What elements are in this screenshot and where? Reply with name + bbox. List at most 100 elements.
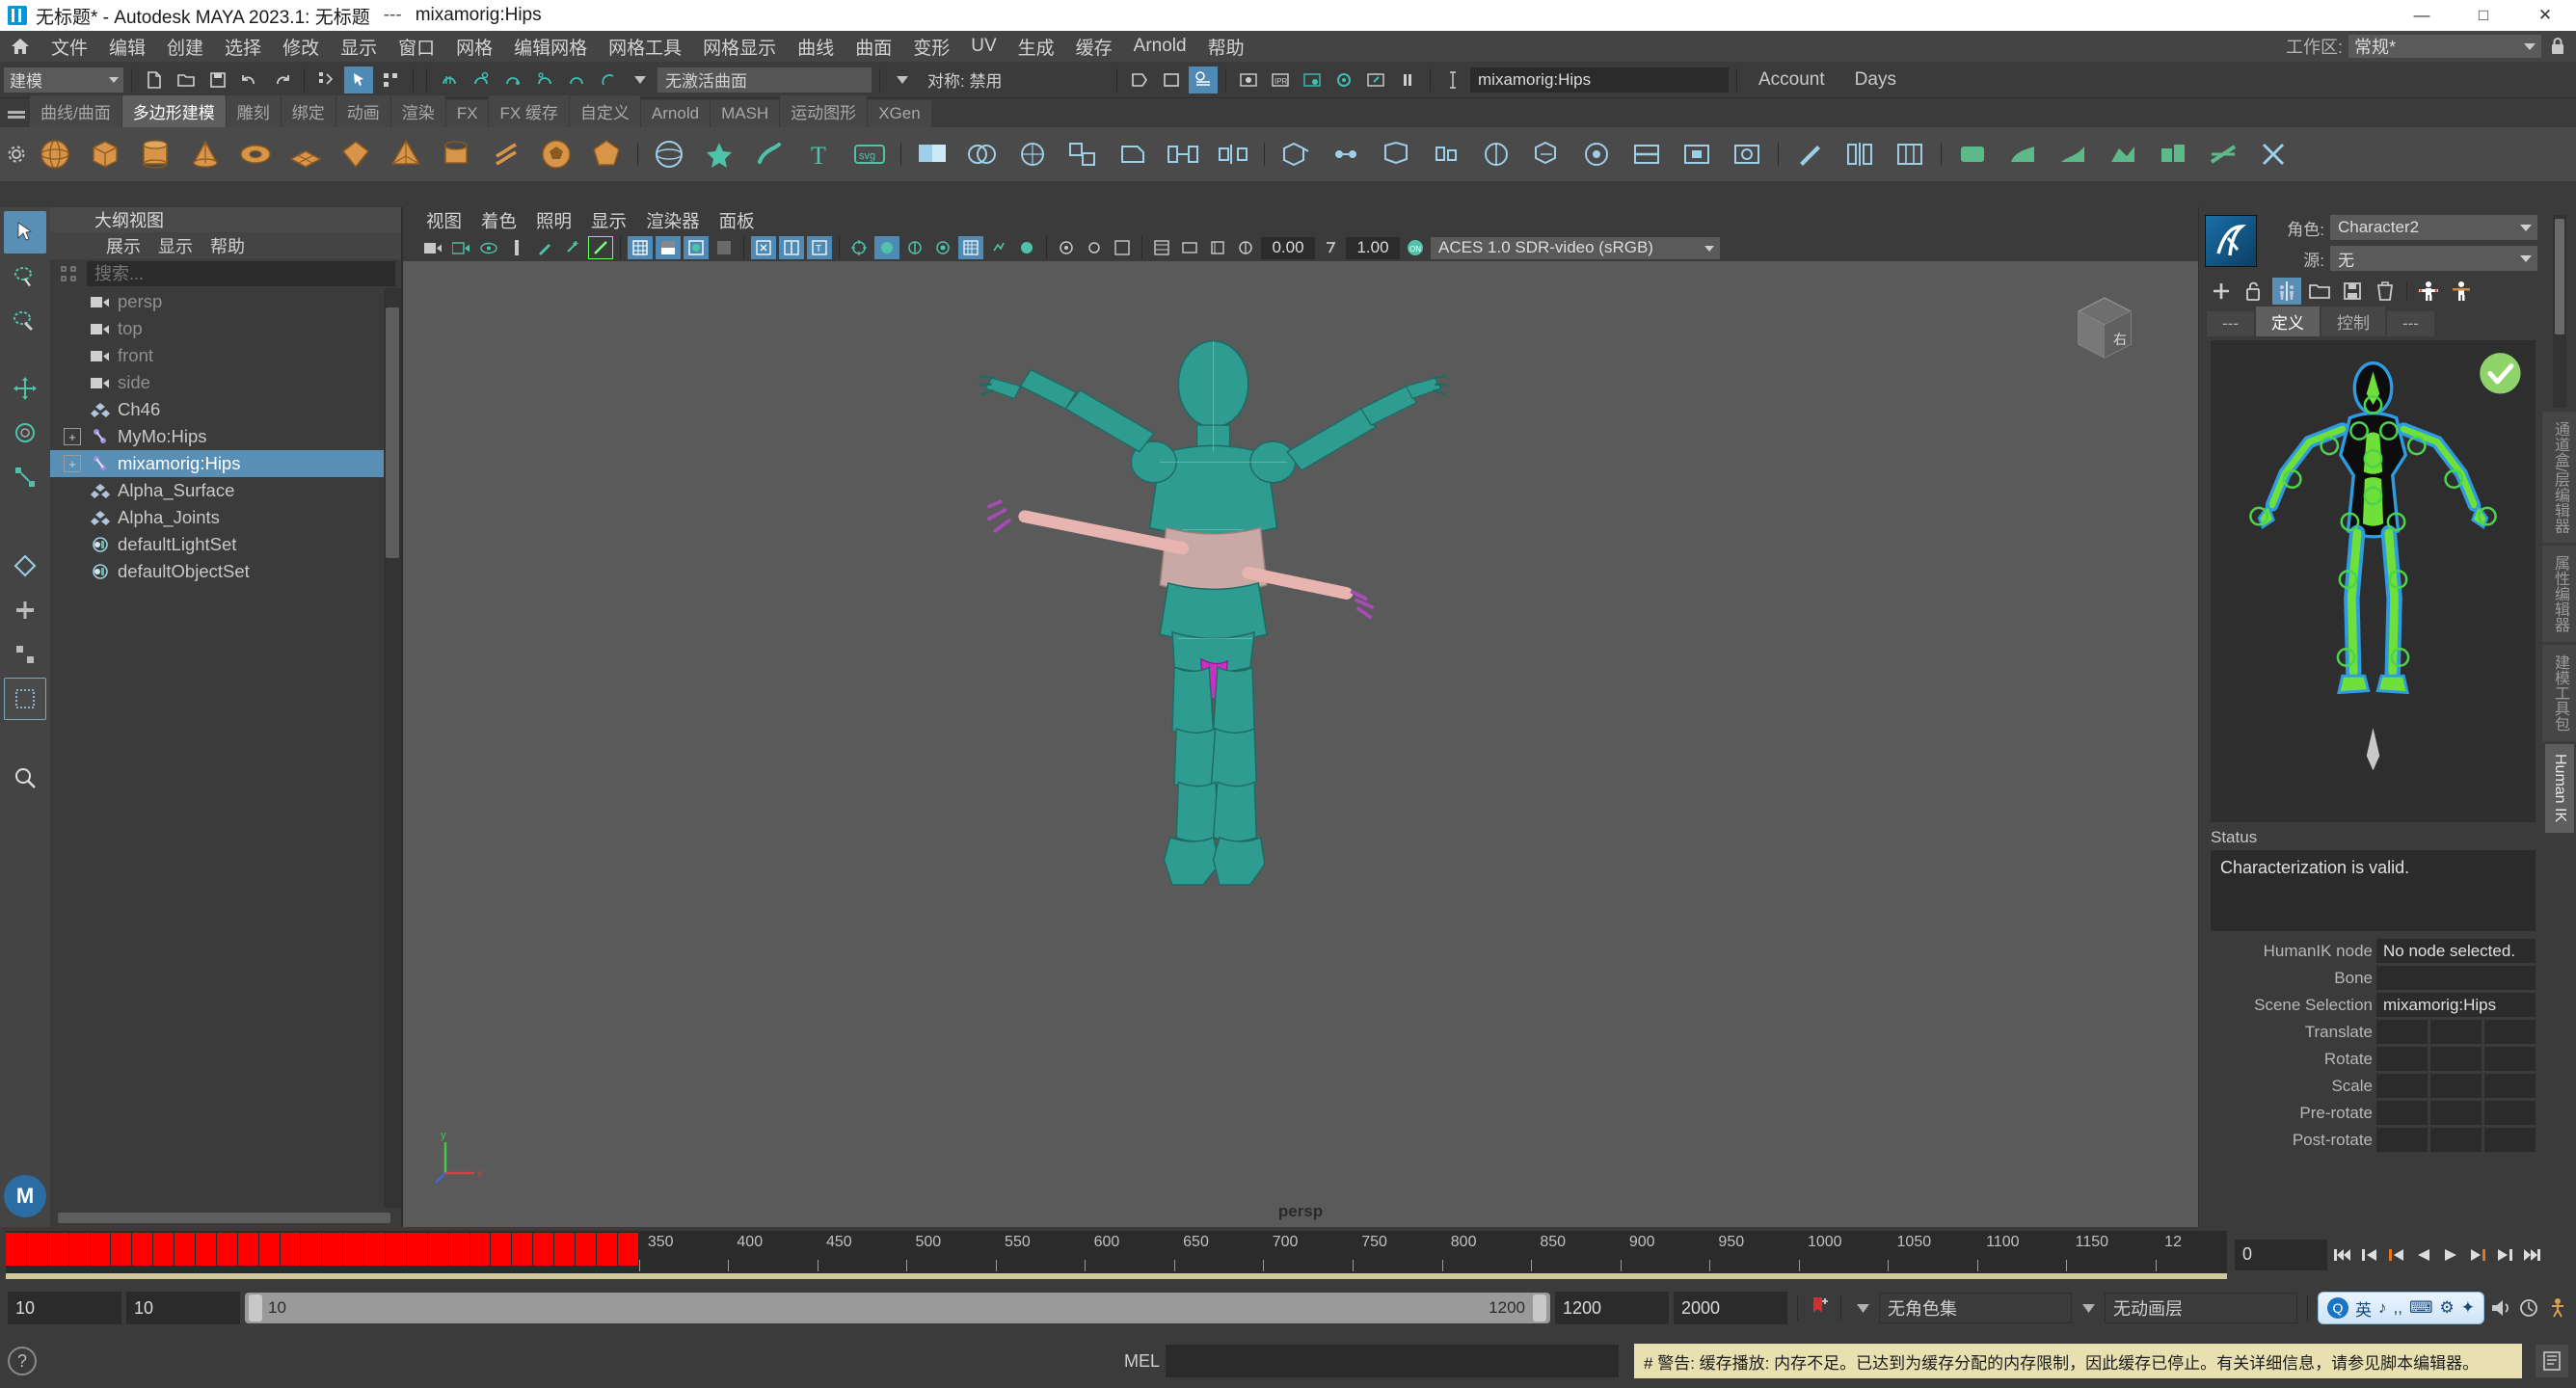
poly-circularize-icon[interactable] <box>1723 131 1771 177</box>
shelf-tab-11[interactable]: 运动图形 <box>780 95 868 127</box>
scrollbar-thumb[interactable] <box>386 307 399 558</box>
shelf-tab-9[interactable]: Arnold <box>640 100 711 127</box>
offset-edgeloop-icon[interactable] <box>1886 131 1934 177</box>
light-point-icon[interactable] <box>846 236 872 259</box>
character-controls-icon[interactable] <box>2545 1295 2568 1321</box>
menu-item-17[interactable]: Arnold <box>1123 33 1197 60</box>
close-button[interactable]: ✕ <box>2514 0 2576 31</box>
highlight-selection-icon[interactable] <box>1157 67 1186 93</box>
timeline-keyframe[interactable] <box>533 1232 555 1266</box>
ime-keyboard-icon[interactable]: ⌨ <box>2409 1298 2433 1318</box>
paint-select-tool[interactable] <box>4 300 46 342</box>
outliner-menu-2[interactable]: 帮助 <box>210 233 245 258</box>
expand-toggle-icon[interactable]: + <box>64 428 81 445</box>
render-current-frame-icon[interactable] <box>1234 67 1263 93</box>
timeline-keyframe[interactable] <box>491 1232 513 1266</box>
xray-toggle-icon[interactable] <box>588 236 613 259</box>
sculpt-tool5-icon[interactable] <box>2149 131 2197 177</box>
rotate-z[interactable] <box>2484 1047 2536 1071</box>
menu-item-11[interactable]: 曲线 <box>787 31 845 63</box>
sculpt-tool1-icon[interactable] <box>1948 131 1997 177</box>
outliner-item-front[interactable]: front <box>50 342 401 369</box>
expand-toggle-icon[interactable]: + <box>64 455 81 472</box>
timeline-keyframe[interactable] <box>90 1232 112 1266</box>
move-axis-tool[interactable] <box>4 589 46 631</box>
tab-human-ik[interactable]: Human IK <box>2545 744 2574 833</box>
outliner-menu-0[interactable]: 展示 <box>106 233 141 258</box>
audio-icon[interactable] <box>2489 1295 2512 1321</box>
viewport-menu-1[interactable]: 着色 <box>481 208 517 233</box>
poly-booleans-icon[interactable] <box>958 131 1006 177</box>
lasso-tool[interactable] <box>4 255 46 298</box>
playback-start-field[interactable]: 10 <box>126 1292 240 1324</box>
timeline-keyframe[interactable] <box>111 1232 133 1266</box>
timeline-keyframe[interactable] <box>322 1232 344 1266</box>
svg-tool-icon[interactable]: svg <box>845 131 894 177</box>
minimize-button[interactable]: — <box>2391 0 2453 31</box>
field-value[interactable]: No node selected. <box>2376 939 2536 963</box>
poly-extract-icon[interactable] <box>1059 131 1107 177</box>
render-region-icon[interactable] <box>1361 67 1390 93</box>
timeline-keyframe[interactable] <box>470 1232 492 1266</box>
isolate-select-icon[interactable] <box>1110 236 1135 259</box>
range-slider-track[interactable]: 10 1200 <box>245 1293 1550 1323</box>
outliner-horizontal-scrollbar[interactable] <box>50 1208 401 1227</box>
screenshot-icon[interactable] <box>1082 236 1107 259</box>
make-live-icon[interactable] <box>594 67 623 93</box>
poly-cleanup-icon[interactable] <box>2249 131 2297 177</box>
color-management-icon[interactable]: ON <box>1403 236 1428 259</box>
ipr-render-icon[interactable]: IPR <box>1266 67 1295 93</box>
outliner-item-side[interactable]: side <box>50 369 401 396</box>
menu-item-0[interactable]: 文件 <box>40 31 98 63</box>
play-backward-button[interactable] <box>2412 1242 2435 1268</box>
menu-item-15[interactable]: 生成 <box>1007 31 1065 63</box>
filter-icon[interactable] <box>56 262 81 285</box>
menu-item-10[interactable]: 网格显示 <box>692 31 787 63</box>
poly-plane-icon[interactable] <box>282 131 330 177</box>
shelf-tab-1[interactable]: 多边形建模 <box>121 95 226 127</box>
outliner-item-defaultobjectset[interactable]: defaultObjectSet <box>50 558 401 585</box>
timeline-keyframe[interactable] <box>596 1232 618 1266</box>
lighting-all-icon[interactable] <box>779 236 804 259</box>
viewport-menu-0[interactable]: 视图 <box>426 208 462 233</box>
timeline-keyframe[interactable] <box>512 1232 534 1266</box>
timeline-keyframe[interactable] <box>301 1232 323 1266</box>
shelf-tab-5[interactable]: 渲染 <box>390 95 445 127</box>
home-icon[interactable] <box>6 34 35 59</box>
scale-y[interactable] <box>2430 1074 2482 1098</box>
poly-platonic-icon[interactable] <box>582 131 631 177</box>
render-view-icon[interactable] <box>1329 67 1358 93</box>
stance-pose-icon[interactable] <box>2447 278 2476 305</box>
menu-item-13[interactable]: 变形 <box>902 31 960 63</box>
timeline-keyframe[interactable] <box>174 1232 196 1266</box>
anim-end-field[interactable]: 2000 <box>1674 1292 1787 1324</box>
viewport-menu-5[interactable]: 面板 <box>719 208 755 233</box>
exposure-icon[interactable] <box>1233 236 1258 259</box>
folder-open-icon[interactable] <box>2305 278 2334 305</box>
character-set-dropdown[interactable]: 无角色集 <box>1879 1293 2072 1323</box>
playback-end-field[interactable]: 1200 <box>1555 1292 1669 1324</box>
poly-pyramid-icon[interactable] <box>382 131 430 177</box>
timeline-keyframe[interactable] <box>68 1232 91 1266</box>
grease-pencil-icon[interactable] <box>532 236 557 259</box>
humanik-logo-icon[interactable] <box>2205 215 2257 267</box>
post-rotate-x[interactable] <box>2376 1128 2428 1152</box>
lighting-default-icon[interactable] <box>751 236 776 259</box>
poly-duplicate-icon[interactable] <box>1522 131 1570 177</box>
timeline-keyframe[interactable] <box>47 1232 69 1266</box>
anim-start-field[interactable]: 10 <box>8 1292 121 1324</box>
outliner-tree[interactable]: persp top front side Ch46 + MyMo:Hips + … <box>50 288 401 1208</box>
post-rotate-y[interactable] <box>2430 1128 2482 1152</box>
poly-pipe-icon[interactable] <box>432 131 480 177</box>
outliner-item-defaultlightset[interactable]: defaultLightSet <box>50 531 401 558</box>
open-scene-button[interactable] <box>172 67 201 93</box>
translate-y[interactable] <box>2430 1020 2482 1044</box>
poly-smooth-icon[interactable] <box>1008 131 1057 177</box>
ambient-occlusion-icon[interactable] <box>1014 236 1039 259</box>
viewport-menu-4[interactable]: 渲染器 <box>646 208 700 233</box>
pre-rotate-z[interactable] <box>2484 1101 2536 1125</box>
humanik-tab-prev[interactable]: --- <box>2207 311 2254 336</box>
undo-button[interactable] <box>235 67 264 93</box>
tab-channel-box[interactable]: 通道盒/层编辑器 <box>2542 412 2576 544</box>
color-profile-dropdown[interactable]: ACES 1.0 SDR-video (sRGB) <box>1431 236 1720 259</box>
